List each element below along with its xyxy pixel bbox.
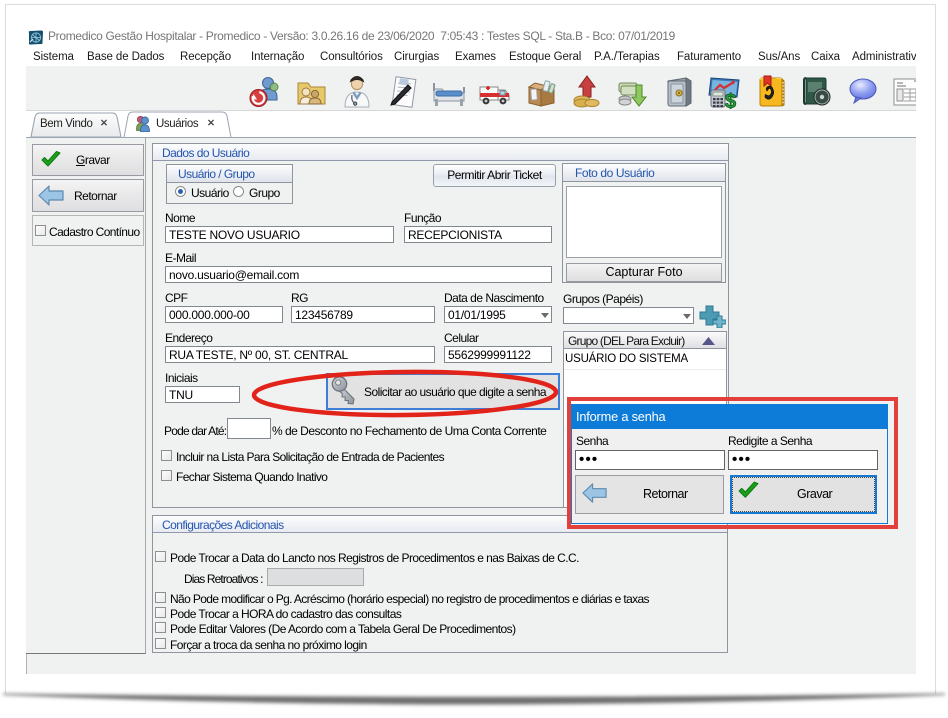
svg-text:$: $ (725, 91, 736, 109)
